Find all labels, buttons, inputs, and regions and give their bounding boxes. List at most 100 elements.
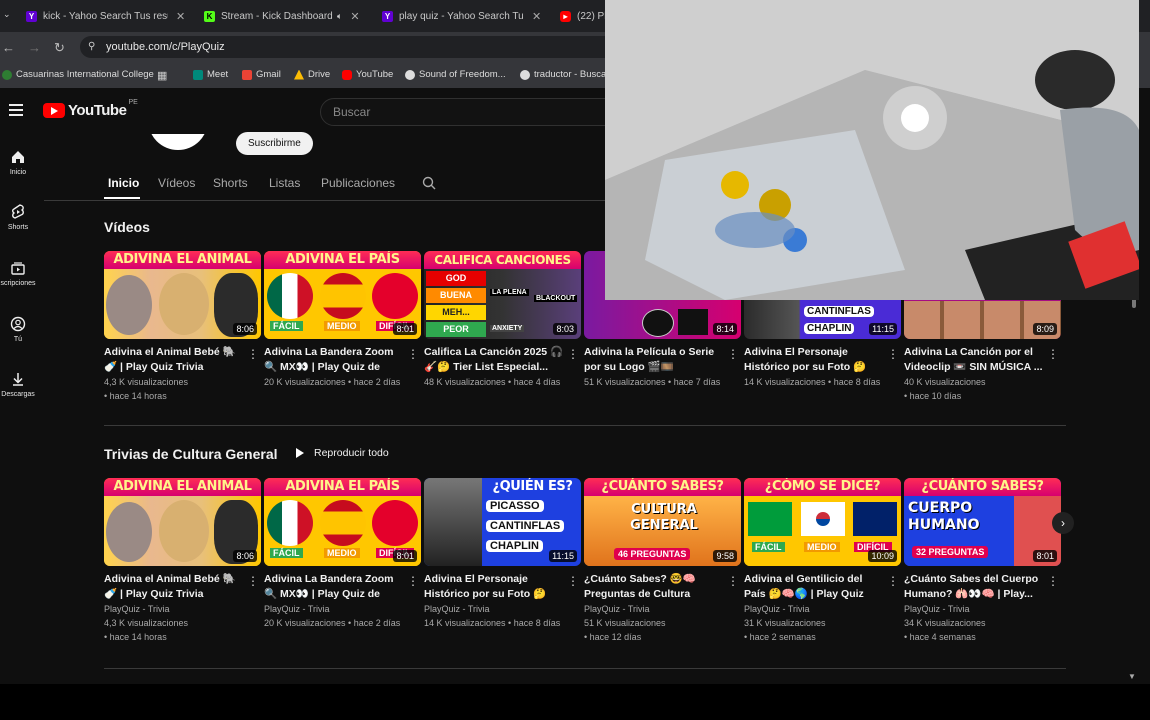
video-card[interactable]: ¿CUÁNTO SABES? CUERPO HUMANO 32 PREGUNTA… — [904, 478, 1061, 644]
video-thumbnail[interactable]: ADIVINA EL ANIMAL 8:06 — [104, 251, 261, 339]
bookmark-traductor[interactable]: traductor - Busca — [520, 69, 606, 80]
difficulty-medio: MEDIO — [324, 321, 360, 331]
carousel-next-button[interactable]: › — [1052, 512, 1074, 534]
video-thumbnail[interactable]: ¿QUIÉN ES? PICASSO CANTINFLAS CHAPLIN 11… — [424, 478, 581, 566]
sidebar-item-tu[interactable]: Tú — [0, 316, 36, 343]
section-title-trivias: Trivias de Cultura General — [104, 446, 278, 462]
bookmark-apps[interactable]: ▦ — [157, 69, 167, 82]
site-info-icon[interactable]: ⚲ — [88, 41, 95, 52]
bookmark-label: YouTube — [356, 69, 394, 80]
browser-tab[interactable]: K Stream - Kick Dashboard 🔈︎ ✕ — [204, 4, 369, 28]
browser-tab-active[interactable]: ▸ (22) Pla — [560, 4, 605, 28]
bookmark-drive[interactable]: Drive — [294, 69, 330, 80]
more-options-icon[interactable]: ⋮ — [407, 574, 419, 588]
bookmark-sound-of-freedom[interactable]: Sound of Freedom... — [405, 69, 506, 80]
video-thumbnail[interactable]: ¿CUÁNTO SABES? CULTURA GENERAL 46 PREGUN… — [584, 478, 741, 566]
play-all-button[interactable]: Reproducir todo — [296, 447, 389, 459]
sidebar-item-inicio[interactable]: Inicio — [0, 149, 36, 176]
downloads-icon — [13, 373, 23, 386]
more-options-icon[interactable]: ⋮ — [567, 347, 579, 361]
video-duration: 8:09 — [1033, 323, 1057, 335]
browser-tab[interactable]: Y play quiz - Yahoo Search Tus re ✕ — [382, 4, 547, 28]
video-title[interactable]: ¿Cuánto Sabes? 🤓🧠 Preguntas de Cultura g… — [584, 572, 724, 602]
back-icon[interactable]: ← — [2, 40, 15, 55]
url-field[interactable]: ⚲ youtube.com/c/PlayQuiz — [80, 36, 620, 58]
google-icon — [520, 69, 530, 80]
sidebar-item-shorts[interactable]: Shorts — [0, 204, 36, 231]
video-title[interactable]: Adivina La Canción por el Videoclip 📼 SI… — [904, 345, 1044, 375]
tab-listas[interactable]: Listas — [269, 176, 300, 190]
channel-name[interactable]: PlayQuiz - Trivia — [744, 602, 901, 616]
more-options-icon[interactable]: ⋮ — [887, 574, 899, 588]
more-options-icon[interactable]: ⋮ — [727, 347, 739, 361]
close-tab-icon[interactable]: ✕ — [176, 10, 185, 23]
channel-name[interactable]: PlayQuiz - Trivia — [264, 602, 421, 616]
tab-inicio[interactable]: Inicio — [108, 176, 139, 190]
video-card[interactable]: ADIVINA EL PAÍS FÁCIL MEDIO DIFÍCIL 8:01… — [264, 478, 421, 630]
scroll-down-arrow-icon[interactable]: ▼ — [1128, 672, 1136, 681]
tier-peor: PEOR — [426, 322, 486, 337]
video-thumbnail[interactable]: ADIVINA EL PAÍS FÁCIL MEDIO DIFÍCIL 8:01 — [264, 478, 421, 566]
thumbnail-banner: ¿CUÁNTO SABES? — [904, 478, 1061, 496]
close-tab-icon[interactable]: ✕ — [532, 10, 541, 23]
video-duration: 9:58 — [713, 550, 737, 562]
video-card[interactable]: CALIFICA CANCIONES GOD BUENA MEH... PEOR… — [424, 251, 581, 389]
video-title[interactable]: Califica La Canción 2025 🎧🎸🤔 Tier List E… — [424, 345, 564, 375]
browser-tab[interactable]: Y kick - Yahoo Search Tus resulta ✕ — [26, 4, 191, 28]
reload-icon[interactable]: ↻ — [54, 40, 65, 56]
channel-search-icon[interactable] — [422, 176, 436, 190]
tab-videos[interactable]: Vídeos — [158, 176, 195, 190]
bookmark-youtube[interactable]: YouTube — [342, 69, 393, 80]
video-title[interactable]: Adivina la Película o Serie por su Logo … — [584, 345, 724, 375]
video-thumbnail[interactable]: ADIVINA EL PAÍS FÁCIL MEDIO DIFÍCIL 8:01 — [264, 251, 421, 339]
sidebar-item-suscripciones[interactable]: scripciones — [0, 260, 36, 287]
bookmark-casuarinas[interactable]: Casuarinas International College — [2, 69, 154, 80]
tab-list-chevron-icon[interactable]: ⌄ — [3, 9, 11, 20]
video-thumbnail[interactable]: ADIVINA EL ANIMAL 8:06 — [104, 478, 261, 566]
video-title[interactable]: Adivina el Gentilicio del País 🤔🧠🌎 | Pla… — [744, 572, 884, 602]
video-card[interactable]: ADIVINA EL ANIMAL 8:06 Adivina el Animal… — [104, 478, 261, 644]
search-input[interactable]: Buscar — [320, 98, 620, 126]
more-options-icon[interactable]: ⋮ — [1047, 574, 1059, 588]
channel-name[interactable]: PlayQuiz - Trivia — [104, 602, 261, 616]
video-card[interactable]: ADIVINA EL PAÍS FÁCIL MEDIO DIFÍCIL 8:01… — [264, 251, 421, 389]
channel-name[interactable]: PlayQuiz - Trivia — [424, 602, 581, 616]
hamburger-menu-icon[interactable] — [9, 104, 23, 119]
video-card[interactable]: ¿CÓMO SE DICE? FÁCIL MEDIO DIFÍCIL 10:09… — [744, 478, 901, 644]
more-options-icon[interactable]: ⋮ — [567, 574, 579, 588]
bookmark-meet[interactable]: Meet — [193, 69, 228, 80]
video-title[interactable]: Adivina La Bandera Zoom 🔍 MX👀 | Play Qui… — [264, 345, 404, 375]
close-tab-icon[interactable]: ✕ — [350, 10, 359, 23]
more-options-icon[interactable]: ⋮ — [247, 574, 259, 588]
video-title[interactable]: Adivina el Animal Bebé 🐘🍼 | Play Quiz Tr… — [104, 572, 244, 602]
video-title[interactable]: ¿Cuánto Sabes del Cuerpo Humano? 🫁👀🧠 | P… — [904, 572, 1044, 602]
more-options-icon[interactable]: ⋮ — [247, 347, 259, 361]
channel-name[interactable]: PlayQuiz - Trivia — [584, 602, 741, 616]
subscribe-button[interactable]: Suscribirme — [236, 132, 313, 155]
more-options-icon[interactable]: ⋮ — [1047, 347, 1059, 361]
video-thumbnail[interactable]: CALIFICA CANCIONES GOD BUENA MEH... PEOR… — [424, 251, 581, 339]
youtube-icon: ▸ — [560, 10, 571, 22]
video-card[interactable]: ¿CUÁNTO SABES? CULTURA GENERAL 46 PREGUN… — [584, 478, 741, 644]
youtube-logo[interactable]: YouTube PE — [43, 99, 138, 119]
video-thumbnail[interactable]: ¿CÓMO SE DICE? FÁCIL MEDIO DIFÍCIL 10:09 — [744, 478, 901, 566]
video-thumbnail[interactable]: ¿CUÁNTO SABES? CUERPO HUMANO 32 PREGUNTA… — [904, 478, 1061, 566]
video-card[interactable]: ADIVINA EL ANIMAL 8:06 Adivina el Animal… — [104, 251, 261, 403]
tab-shorts[interactable]: Shorts — [213, 176, 248, 190]
tab-publicaciones[interactable]: Publicaciones — [321, 176, 395, 190]
channel-name[interactable]: PlayQuiz - Trivia — [904, 602, 1061, 616]
more-options-icon[interactable]: ⋮ — [407, 347, 419, 361]
video-title[interactable]: Adivina La Bandera Zoom 🔍 MX👀 | Play Qui… — [264, 572, 404, 602]
speaker-icon[interactable]: 🔈︎ — [337, 11, 342, 22]
video-views: 40 K visualizaciones — [904, 377, 986, 387]
video-title[interactable]: Adivina el Animal Bebé 🐘🍼 | Play Quiz Tr… — [104, 345, 244, 375]
more-options-icon[interactable]: ⋮ — [727, 574, 739, 588]
video-title[interactable]: Adivina El Personaje Histórico por su Fo… — [424, 572, 564, 602]
video-title[interactable]: Adivina El Personaje Histórico por su Fo… — [744, 345, 884, 375]
forward-icon[interactable]: → — [28, 40, 41, 55]
video-duration: 8:01 — [1033, 550, 1057, 562]
more-options-icon[interactable]: ⋮ — [887, 347, 899, 361]
video-card[interactable]: ¿QUIÉN ES? PICASSO CANTINFLAS CHAPLIN 11… — [424, 478, 581, 630]
sidebar-item-descargas[interactable]: Descargas — [0, 371, 36, 398]
bookmark-gmail[interactable]: Gmail — [242, 69, 281, 80]
